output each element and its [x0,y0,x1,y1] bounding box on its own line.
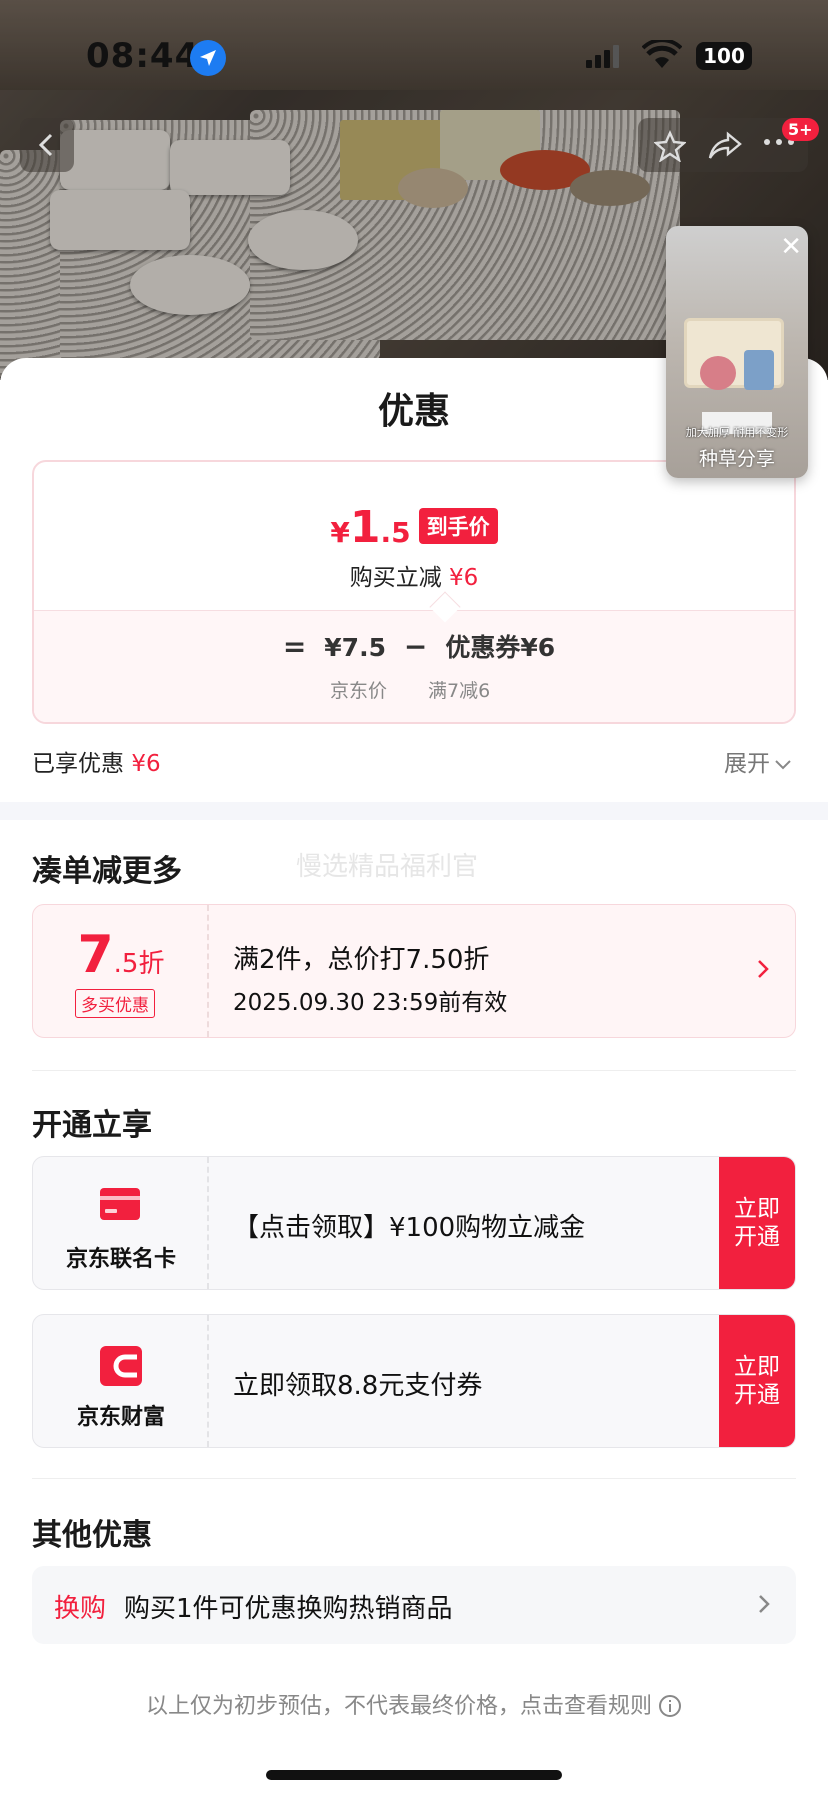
discount-unit: 折 [138,949,165,979]
bundle-valid: 2025.09.30 23:59前有效 [233,990,508,1016]
footer-text: 以上仅为初步预估，不代表最终价格，点击查看规则 [145,1694,652,1719]
jd-card-name: 京东联名卡 [65,1247,176,1272]
mini-video-label: 种草分享 [698,448,775,470]
open-section-title: 开通立享 [32,1108,152,1143]
divider [32,1070,796,1071]
discount-small: .5 [113,949,139,979]
mini-video-object [700,356,736,390]
wallet-icon [100,1346,142,1386]
coupon-value: 优惠券¥6 [445,633,556,662]
notification-badge: 5+ [782,118,819,141]
cta-line1: 立即 [734,1196,780,1222]
price-card: ¥1.5 到手价 购买立减 ¥6 = ¥7.5 − 优惠券¥6 京东价 满7减6 [32,460,796,724]
section-divider [0,802,828,820]
cta-line2: 开通 [734,1382,780,1408]
open-now-button[interactable]: 立即 开通 [719,1315,795,1447]
chevron-right-icon [759,1595,770,1613]
footer-note[interactable]: 以上仅为初步预估，不代表最终价格，点击查看规则 [0,1688,828,1720]
enjoyed-amount: ¥6 [131,751,161,777]
mini-video-player[interactable]: ✕ 加大加厚 耐用不变形 种草分享 [666,226,808,478]
signal-icon [586,45,619,68]
bundle-desc: 满2件，总价打7.50折 [233,945,490,975]
price-formula: = ¥7.5 − 优惠券¥6 [34,628,794,664]
watermark-text: 慢选精品福利官 [296,852,479,882]
jd-card-brand: 京东联名卡 [33,1157,209,1289]
back-button[interactable] [20,118,74,172]
other-section-title: 其他优惠 [32,1518,152,1553]
bundle-offer-card[interactable]: 7.5折 多买优惠 满2件，总价打7.50折 2025.09.30 23:59前… [32,904,796,1038]
chevron-left-icon [38,133,53,157]
currency-symbol: ¥ [330,516,350,549]
location-icon [190,40,226,76]
star-icon[interactable] [653,130,687,166]
jd-finance-offer[interactable]: 京东财富 立即领取8.8元支付券 立即 开通 [32,1314,796,1448]
jd-card-offer[interactable]: 京东联名卡 【点击领取】¥100购物立减金 立即 开通 [32,1156,796,1290]
chevron-down-icon [775,759,791,769]
discount-value: 7.5折 [33,925,209,985]
enjoyed-discount: 已享优惠 ¥6 [32,744,161,778]
share-icon[interactable] [708,130,742,166]
price-integer: 1 [349,502,381,553]
instant-discount: 购买立减 ¥6 [34,558,794,592]
status-bar: 08:44 100 [0,0,828,110]
multi-buy-tag: 多买优惠 [75,989,155,1018]
status-time: 08:44 [86,36,200,76]
divider [32,1478,796,1479]
jd-price: ¥7.5 [324,633,386,662]
jd-price-label: 京东价 [330,680,388,702]
chevron-right-icon [758,960,769,978]
battery-indicator: 100 [696,42,752,70]
jd-finance-name: 京东财富 [76,1405,165,1430]
final-price: ¥1.5 到手价 [34,502,794,553]
cta-line1: 立即 [734,1354,780,1380]
jd-finance-brand: 京东财富 [33,1315,209,1447]
coupon-rule: 满7减6 [428,680,491,702]
instant-discount-amount: ¥6 [449,565,479,591]
wifi-icon [642,40,682,68]
minus-sign: − [403,630,428,663]
instant-discount-label: 购买立减 [349,565,442,591]
expand-label: 展开 [724,751,770,777]
open-now-button[interactable]: 立即 开通 [719,1157,795,1289]
price-decimal: .5 [380,516,411,549]
discount-big: 7 [77,925,114,985]
credit-card-icon [100,1188,140,1220]
home-indicator[interactable] [266,1770,562,1780]
bundle-section-title: 凑单减更多 [32,854,182,889]
exchange-tag: 换购 [54,1594,107,1624]
exchange-offer[interactable]: 换购 购买1件可优惠换购热销商品 [32,1566,796,1644]
close-icon[interactable]: ✕ [780,234,802,260]
exchange-desc: 购买1件可优惠换购热销商品 [124,1594,453,1624]
discount-badge-area: 7.5折 多买优惠 [33,905,209,1037]
jd-card-desc: 【点击领取】¥100购物立减金 [233,1213,586,1243]
enjoyed-label: 已享优惠 [32,751,124,777]
final-price-tag: 到手价 [418,508,498,544]
jd-finance-desc: 立即领取8.8元支付券 [233,1371,483,1401]
info-icon [659,1695,681,1717]
equals-sign: = [282,630,307,663]
mini-video-object [744,350,774,390]
expand-button[interactable]: 展开 [724,744,792,778]
mini-video-subtitle: 加大加厚 耐用不变形 [685,426,789,439]
cta-line2: 开通 [734,1224,780,1250]
